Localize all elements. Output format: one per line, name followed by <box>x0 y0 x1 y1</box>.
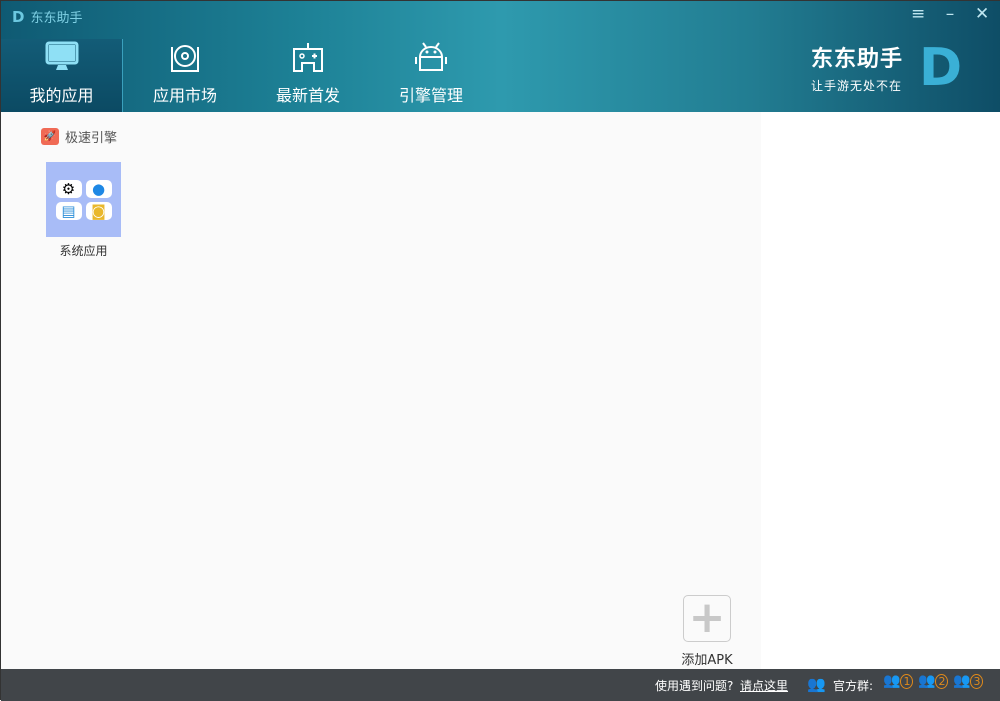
tab-label: 应用市场 <box>152 86 217 105</box>
engine-label: 🚀 极速引擎 <box>41 127 117 146</box>
official-group-label: 官方群: <box>833 679 874 693</box>
group-1-button[interactable]: 👥 1 <box>883 673 914 689</box>
camera-icon: ◙ <box>85 201 112 220</box>
title-bar: D 东东助手 <box>12 7 83 27</box>
app-logo-icon: D <box>12 7 25 26</box>
add-apk-button[interactable]: + <box>683 595 731 642</box>
disc-icon <box>171 45 199 72</box>
tab-new-releases[interactable]: 最新首发 <box>247 39 369 112</box>
menu-button[interactable]: ≡ <box>911 4 925 24</box>
tab-engine-management[interactable]: 引擎管理 <box>370 39 492 112</box>
header: D 东东助手 ≡ – ✕ 我的应用 应用市场 最新首发 引擎管理 东东助手 让手… <box>1 1 1000 112</box>
help-link[interactable]: 请点这里 <box>740 677 788 694</box>
group-number: 1 <box>900 674 914 689</box>
tab-app-market[interactable]: 应用市场 <box>124 39 246 112</box>
group-number: 3 <box>970 674 984 689</box>
group-icon: 👥 <box>807 675 826 693</box>
group-number: 2 <box>935 674 949 689</box>
minimize-button[interactable]: – <box>943 4 957 24</box>
tab-label: 引擎管理 <box>398 86 463 105</box>
android-icon <box>415 42 447 71</box>
close-button[interactable]: ✕ <box>975 4 989 24</box>
gamepad-icon <box>293 43 323 72</box>
tab-label: 我的应用 <box>29 86 94 105</box>
globe-icon: ● <box>85 179 112 198</box>
footer: 使用遇到问题? 请点这里 👥 官方群: 👥 1 👥 2 👥 3 <box>1 669 1000 701</box>
add-apk-label[interactable]: 添加APK <box>671 649 743 668</box>
settings-icon: ⚙ <box>55 179 82 198</box>
engine-name: 极速引擎 <box>65 131 118 146</box>
tab-my-apps[interactable]: 我的应用 <box>1 39 123 112</box>
monitor-icon <box>45 41 78 70</box>
brand-logo-icon: D <box>919 38 963 98</box>
browser-icon: ▤ <box>55 201 82 220</box>
right-panel <box>761 112 1000 669</box>
help-question: 使用遇到问题? <box>655 679 734 693</box>
system-apps-folder[interactable]: ⚙ ● ▤ ◙ <box>46 162 121 237</box>
system-apps-label: 系统应用 <box>59 244 108 258</box>
window-title: 东东助手 <box>30 11 83 26</box>
tab-label: 最新首发 <box>275 86 340 105</box>
rocket-icon: 🚀 <box>41 128 59 145</box>
group-2-button[interactable]: 👥 2 <box>918 673 949 689</box>
group-3-button[interactable]: 👥 3 <box>953 673 984 689</box>
brand-logo: 东东助手 让手游无处不在 D <box>811 38 971 98</box>
